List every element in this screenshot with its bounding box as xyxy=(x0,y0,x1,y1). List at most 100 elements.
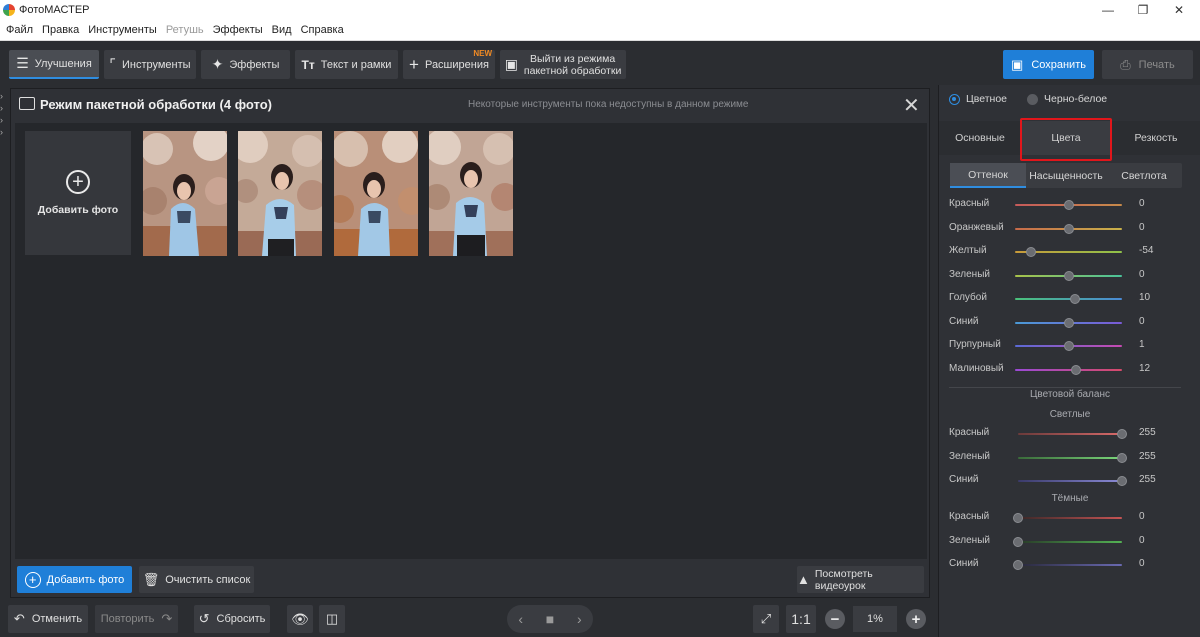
slider-track[interactable] xyxy=(1018,540,1122,543)
preview-toggle-button[interactable]: 👁 xyxy=(287,605,313,633)
slider-track[interactable] xyxy=(1018,564,1122,566)
slider-track[interactable] xyxy=(1018,480,1122,482)
menu-edit[interactable]: Правка xyxy=(42,24,79,36)
slider-handle[interactable] xyxy=(1117,452,1127,463)
zoom-out-icon[interactable]: − xyxy=(825,609,845,629)
radio-bw[interactable] xyxy=(1027,93,1039,105)
tab-effects-label: Эффекты xyxy=(229,58,280,71)
fit-screen-button[interactable]: ⤢ xyxy=(753,605,779,633)
radio-color-label: Цветное xyxy=(966,93,1008,105)
zoom-in-icon[interactable]: + xyxy=(906,609,926,629)
menu-tools[interactable]: Инструменты xyxy=(88,24,157,36)
trash-icon: 🗑 xyxy=(142,571,160,587)
slider-value: 0 xyxy=(1139,558,1145,569)
photo-thumbnail[interactable] xyxy=(238,131,322,256)
photo-grid: + Добавить фото xyxy=(15,123,927,559)
slider-handle[interactable] xyxy=(1063,270,1074,281)
slider-track[interactable] xyxy=(1015,298,1122,300)
watch-video-button[interactable]: ▲ Посмотреть видеоурок xyxy=(797,566,924,593)
slider-track[interactable] xyxy=(1018,517,1122,519)
save-button[interactable]: ▣ Сохранить xyxy=(1003,50,1094,79)
photo-thumbnail[interactable] xyxy=(143,131,227,256)
slider-handle[interactable] xyxy=(1013,560,1023,570)
exit-batch-button[interactable]: ▣ Выйти из режима пакетной обработки xyxy=(500,50,626,79)
add-photo-button[interactable]: + Добавить фото xyxy=(17,566,132,593)
clear-list-button[interactable]: 🗑 Очистить список xyxy=(139,566,254,593)
menu-retouch: Ретушь xyxy=(165,23,204,36)
prev-photo-icon[interactable]: ‹ xyxy=(518,611,523,627)
menu-file[interactable]: Файл xyxy=(6,24,33,36)
slider-label: Зеленый xyxy=(949,450,990,462)
slider-handle[interactable] xyxy=(1063,223,1074,234)
exit-batch-label: Выйти из режима пакетной обработки xyxy=(524,53,621,77)
next-photo-icon[interactable]: › xyxy=(577,611,582,627)
portrait-photo-2 xyxy=(238,131,322,256)
slider-handle[interactable] xyxy=(1063,341,1074,351)
slider-value: 0 xyxy=(1139,534,1145,546)
close-window-icon[interactable]: ✕ xyxy=(1164,0,1194,19)
subtab-saturation[interactable]: Насыщенность xyxy=(1026,163,1106,188)
menu-help[interactable]: Справка xyxy=(301,24,344,36)
tab-basic[interactable]: Основные xyxy=(939,121,1021,155)
compare-button[interactable]: ◫ xyxy=(319,605,345,633)
slider-track[interactable] xyxy=(1018,456,1122,459)
watch-video-label: Посмотреть видеоурок xyxy=(814,567,873,592)
tab-sharpness[interactable]: Резкость xyxy=(1111,121,1200,155)
slider-handle[interactable] xyxy=(1117,476,1127,486)
left-collapse-strip[interactable]: › › › › xyxy=(0,90,8,140)
slider-row: Синий 0 xyxy=(939,315,1200,331)
exit-batch-line1: Выйти из режима xyxy=(530,52,616,65)
image-icon: ▣ xyxy=(504,56,518,72)
tab-improve[interactable]: ☰ Улучшения xyxy=(9,50,99,79)
slider-handle[interactable] xyxy=(1117,429,1127,439)
crop-icon: ⌜ xyxy=(109,56,116,72)
add-photo-tile[interactable]: + Добавить фото xyxy=(25,131,131,255)
slider-handle[interactable] xyxy=(1013,536,1023,547)
restore-icon[interactable]: ❐ xyxy=(1128,0,1158,19)
slider-handle[interactable] xyxy=(1063,317,1074,328)
slider-row: Оранжевый 0 xyxy=(939,221,1200,237)
tab-text-frames[interactable]: Tт Текст и рамки xyxy=(295,50,398,79)
radio-color[interactable] xyxy=(949,93,960,105)
photo-navigation: ‹ ■ › xyxy=(507,605,593,633)
undo-button[interactable]: ↶ Отменить xyxy=(8,605,88,633)
menu-view[interactable]: Вид xyxy=(272,24,292,36)
slider-handle[interactable] xyxy=(1063,200,1074,210)
slider-track[interactable] xyxy=(1015,368,1122,371)
tab-tools[interactable]: ⌜ Инструменты xyxy=(104,50,196,79)
reset-icon: ↺ xyxy=(198,611,210,626)
close-batch-icon[interactable]: ✕ xyxy=(903,93,920,118)
title-bar: ФотоМАСТЕР — ❐ ✕ xyxy=(0,0,1200,19)
slider-handle[interactable] xyxy=(1069,294,1080,304)
print-label: Печать xyxy=(1138,58,1175,71)
zoom-level[interactable]: 1% xyxy=(853,606,897,632)
slider-row: Зеленый 255 xyxy=(939,450,1200,466)
tab-effects[interactable]: ✦ Эффекты xyxy=(201,50,290,79)
tab-extensions[interactable]: + Расширения NEW xyxy=(403,49,495,79)
slider-track[interactable] xyxy=(1018,433,1122,435)
folder-icon[interactable]: ■ xyxy=(546,611,554,627)
floppy-icon: ▣ xyxy=(1011,56,1024,72)
slider-row: Зеленый 0 xyxy=(939,534,1200,550)
photo-thumbnail[interactable] xyxy=(334,131,418,256)
subtab-lightness[interactable]: Светлота xyxy=(1106,163,1182,188)
slider-label: Пурпурный xyxy=(949,339,1001,350)
slider-row: Красный 0 xyxy=(939,197,1200,213)
slider-handle[interactable] xyxy=(1070,364,1081,375)
menu-effects[interactable]: Эффекты xyxy=(213,24,263,36)
photo-thumbnail[interactable] xyxy=(429,131,513,256)
reset-button[interactable]: ↺ Сбросить xyxy=(194,605,270,633)
actual-size-button[interactable]: 1:1 xyxy=(786,605,816,633)
light-title: Светлые xyxy=(1049,409,1091,420)
redo-button: Повторить ↷ xyxy=(95,605,178,633)
subtab-hue[interactable]: Оттенок xyxy=(950,163,1026,188)
minimize-icon[interactable]: — xyxy=(1093,0,1123,19)
app-logo-icon xyxy=(3,3,15,16)
graduation-cap-icon: ▲ xyxy=(797,572,810,587)
batch-note: Некоторые инструменты пока недоступны в … xyxy=(468,99,749,110)
slider-handle[interactable] xyxy=(1026,247,1037,257)
menu-bar: Файл Правка Инструменты Ретушь Эффекты В… xyxy=(0,19,1200,41)
slider-handle[interactable] xyxy=(1013,513,1023,523)
magic-wand-icon: ✦ xyxy=(211,56,224,72)
color-subtabs: Оттенок Насыщенность Светлота xyxy=(950,163,1182,188)
